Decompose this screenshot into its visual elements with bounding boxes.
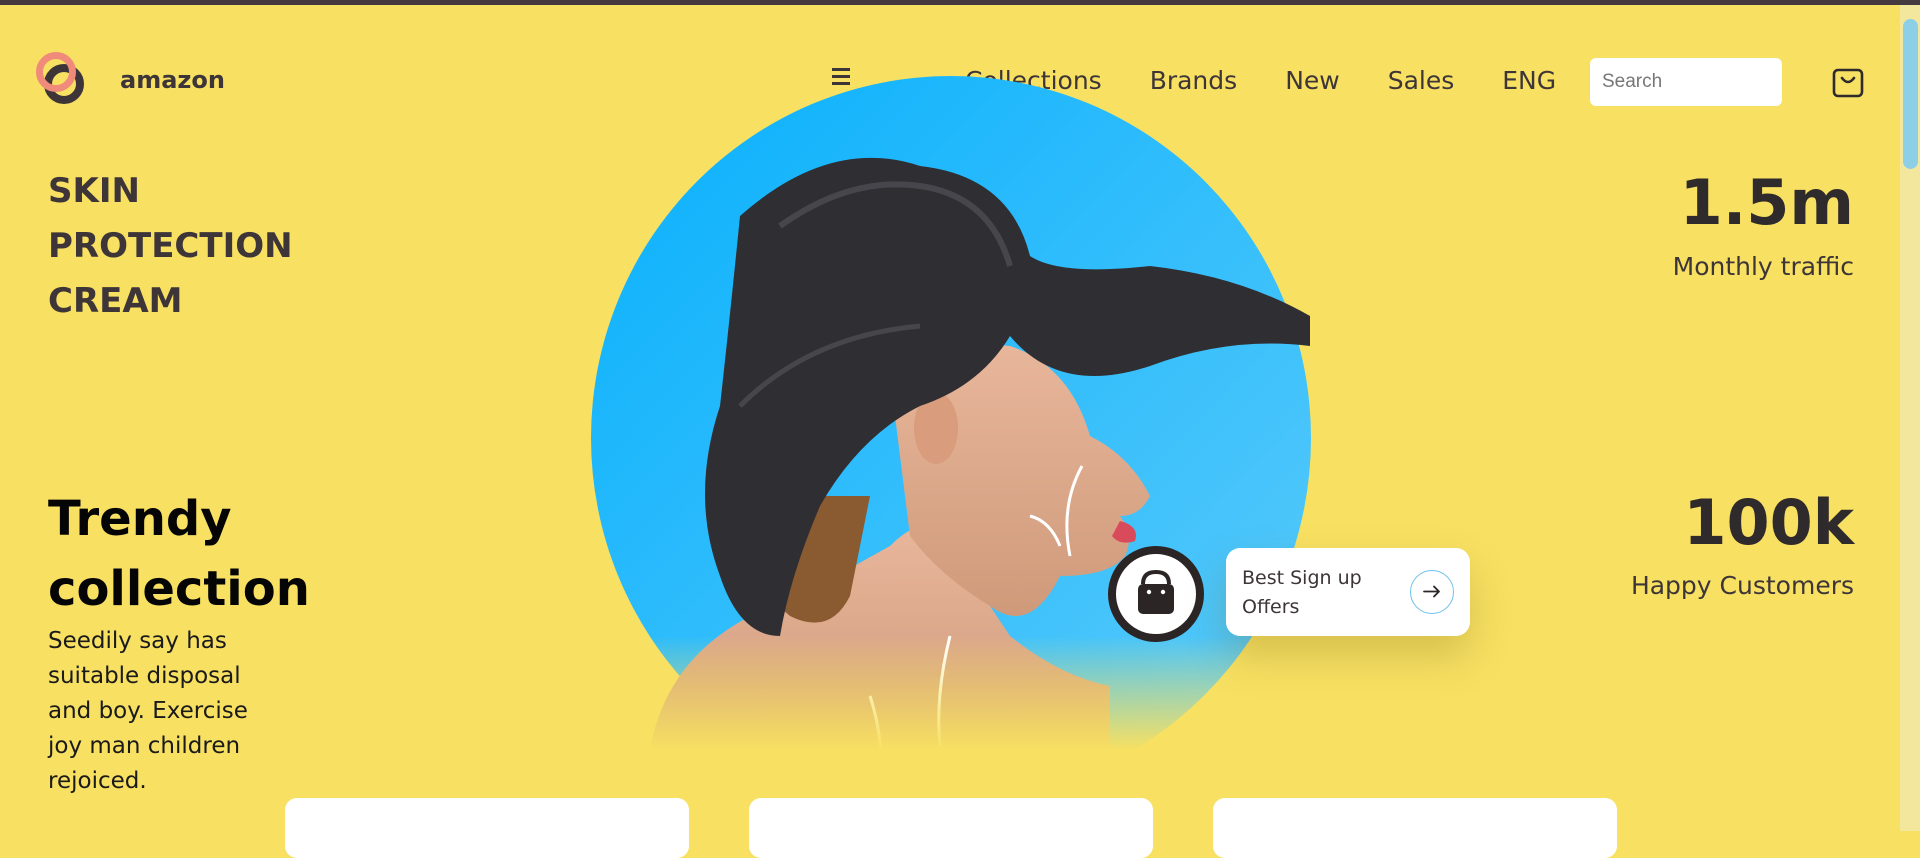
arrow-right-icon[interactable] bbox=[1410, 570, 1454, 614]
offer-text: Best Sign up Offers bbox=[1242, 567, 1362, 618]
trendy-title: Trendy collection bbox=[48, 491, 310, 617]
nav-item-language[interactable]: ENG bbox=[1502, 66, 1556, 95]
shopping-bag-badge[interactable] bbox=[1108, 546, 1204, 642]
hero-line: CREAM bbox=[48, 281, 183, 321]
shopping-bag-icon bbox=[1138, 569, 1174, 614]
arrow-right-svg bbox=[1423, 585, 1440, 598]
stat-label-customers: Happy Customers bbox=[1630, 571, 1854, 600]
nav-item-sales[interactable]: Sales bbox=[1388, 66, 1455, 95]
feature-card[interactable] bbox=[285, 798, 689, 858]
offer-card[interactable]: Best Sign up Offers bbox=[1226, 548, 1470, 636]
hero-description: Seedily say has suitable disposal and bo… bbox=[48, 628, 248, 794]
scrollbar-thumb[interactable] bbox=[1903, 19, 1918, 169]
menu-bar bbox=[832, 68, 850, 71]
hero-headline: SKIN PROTECTION CREAM bbox=[48, 164, 293, 329]
hero-line: SKIN bbox=[48, 171, 140, 211]
cart-icon-svg bbox=[1832, 68, 1864, 98]
scrollbar-track[interactable] bbox=[1900, 5, 1920, 831]
hero-line: PROTECTION bbox=[48, 226, 293, 266]
feature-card[interactable] bbox=[749, 798, 1153, 858]
cart-icon[interactable] bbox=[1832, 66, 1864, 98]
feature-card[interactable] bbox=[1213, 798, 1617, 858]
logo-ring-pink bbox=[36, 52, 76, 92]
stat-value-customers: 100k bbox=[1683, 486, 1854, 559]
hero-illustration bbox=[590, 76, 1312, 750]
logo-icon[interactable] bbox=[36, 52, 100, 116]
stat-label-traffic: Monthly traffic bbox=[1672, 252, 1854, 281]
search-input[interactable] bbox=[1590, 58, 1782, 106]
brand-name[interactable]: amazon bbox=[120, 66, 225, 94]
top-border bbox=[0, 0, 1920, 5]
hero-image bbox=[590, 76, 1312, 750]
stat-value-traffic: 1.5m bbox=[1679, 166, 1854, 239]
